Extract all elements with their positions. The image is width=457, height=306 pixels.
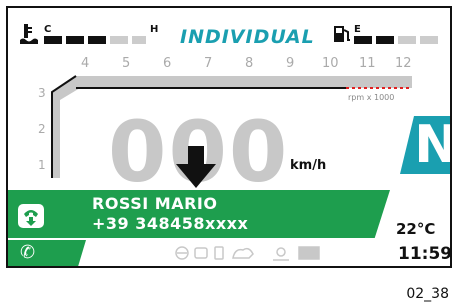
rpm-side-label: 1 (38, 158, 46, 172)
rpm-tick-label: 12 (395, 56, 412, 71)
rpm-tick-label: 6 (163, 56, 172, 71)
rpm-unit-label: rpm x 1000 (348, 93, 395, 102)
dashboard-display: C H INDIVIDUAL E 4 5 6 7 8 9 10 11 12 3 … (6, 6, 452, 268)
coolant-temperature-icon (20, 24, 38, 44)
rpm-tick-label: 11 (359, 56, 376, 71)
temp-bar-seg (66, 36, 84, 44)
rpm-tick-label: 7 (204, 56, 213, 71)
battery-icon (214, 246, 224, 260)
temp-high-label: H (150, 24, 159, 35)
temp-low-label: C (44, 24, 52, 35)
rpm-tick-label: 8 (245, 56, 254, 71)
down-arrow-icon (176, 146, 216, 188)
warning-lights-row (175, 246, 320, 261)
rpm-side-label: 2 (38, 122, 46, 136)
temp-bar-seg (88, 36, 106, 44)
service-icon (276, 247, 286, 257)
lamp-icon (194, 247, 208, 259)
figure-caption: 02_38 (406, 286, 449, 302)
fuel-bar-seg (398, 36, 416, 44)
fuel-bar-seg (420, 36, 438, 44)
answer-call-icon[interactable] (18, 204, 44, 228)
temp-bar-seg (44, 36, 62, 44)
ambient-temperature: 22°C (396, 220, 436, 238)
temp-bar-seg (110, 36, 128, 44)
rpm-side-label: 3 (38, 86, 46, 100)
fuel-bar-seg (376, 36, 394, 44)
rpm-tick-label: 5 (122, 56, 131, 71)
clock: 11:59 (398, 244, 452, 264)
fuel-empty-label: E (354, 24, 361, 35)
rpm-tick-label: 10 (322, 56, 339, 71)
riding-mode-label: INDIVIDUAL (180, 26, 315, 48)
caller-name: ROSSI MARIO (92, 194, 218, 213)
fuel-bar-seg (354, 36, 372, 44)
key-icon (298, 246, 320, 260)
rpm-tick-label: 4 (81, 56, 90, 71)
fuel-pump-icon (334, 26, 350, 42)
speed-unit-label: km/h (290, 158, 327, 173)
rpm-tick-label: 9 (286, 56, 295, 71)
temp-bar-seg (132, 36, 146, 44)
phone-icon: ✆ (20, 242, 36, 263)
caller-number: +39 348458xxxx (92, 214, 249, 233)
abs-icon (232, 247, 254, 259)
